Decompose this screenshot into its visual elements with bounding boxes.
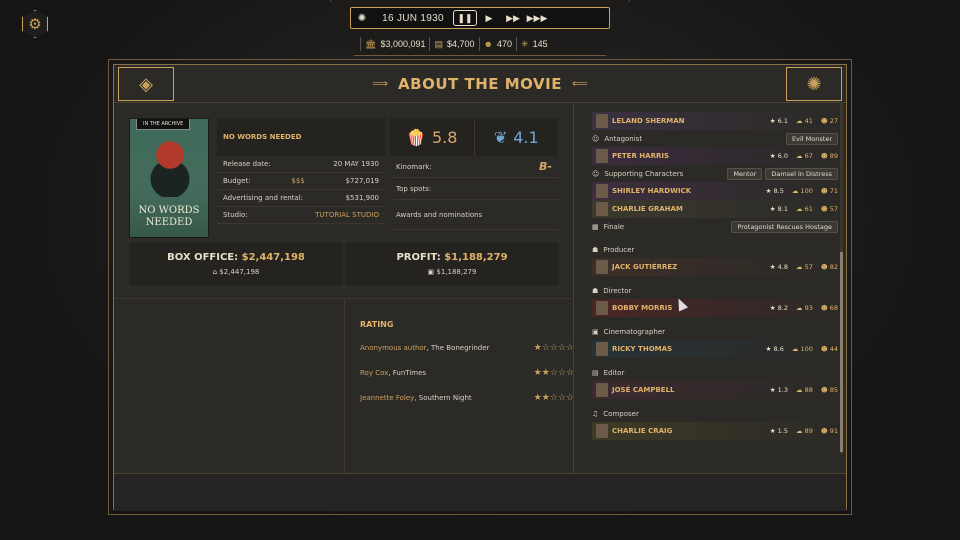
panel-header: ⟹ ABOUT THE MOVIE ⟸ — [114, 65, 846, 103]
pause-button[interactable]: ❚❚ — [453, 10, 477, 26]
role-tag[interactable]: Damsel in Distress — [765, 167, 838, 180]
cash-icon: ▤ — [434, 38, 443, 49]
page-title: ABOUT THE MOVIE — [398, 74, 562, 93]
kinomark-row: Kinomark: B- — [390, 156, 558, 178]
music-note-icon: ♫ — [592, 409, 599, 418]
laurel-icon: ❦ — [493, 127, 508, 147]
fans-stat: ☻ 470 — [478, 37, 517, 51]
bank-stat: 🏛 $3,000,091 — [360, 37, 429, 51]
financials: BOX OFFICE: $2,447,198 ⌂ $2,447,198 PROF… — [129, 243, 559, 285]
review-row: Anonymous author, The Bonegrinder ★☆☆☆☆ — [360, 342, 574, 353]
sun-icon: ✺ — [357, 12, 367, 24]
topspots-row: Top spots: — [390, 178, 558, 200]
box-office-value: $2,447,198 — [241, 252, 305, 263]
scrollbar-thumb[interactable] — [840, 252, 843, 452]
movie-info: NO WORDS NEEDED Release date: 20 MAY 1930… — [217, 118, 385, 224]
poster-art — [148, 137, 192, 197]
critic-score[interactable]: ❦ 4.1 — [473, 118, 558, 156]
spark-icon: ✳ — [521, 38, 529, 49]
review-row: Roy Cox, FunTimes ★★☆☆☆ — [360, 367, 574, 378]
release-row: Release date: 20 MAY 1930 — [217, 156, 385, 173]
cash-stat: ▤ $4,700 — [429, 37, 478, 51]
review-row: Jeannette Foley, Southern Night ★★☆☆☆ — [360, 392, 574, 403]
star-rating: ★★☆☆☆ — [533, 367, 574, 378]
popcorn-icon: 🍿 — [406, 127, 426, 147]
camera-icon: ▣ — [592, 327, 599, 336]
budget-row: Budget: $$$ $727,019 — [217, 173, 385, 190]
composer-section: ♫ Composer — [592, 409, 639, 418]
mask-icon: ☺ — [592, 134, 600, 143]
fast-forward-button[interactable]: ▶▶ — [501, 13, 525, 24]
star-rating: ★★☆☆☆ — [533, 392, 574, 403]
studio-row: Studio: TUTORIAL STUDIO — [217, 207, 385, 224]
ornament-left-icon: ⟹ — [372, 77, 389, 90]
producer-section: ☗ Producer — [592, 245, 635, 254]
role-tag[interactable]: Evil Monster — [786, 132, 838, 145]
crew-row[interactable]: SHIRLEY HARDWICK ★ 8.5 ☁ 100 ☻ 71 — [592, 182, 838, 200]
archive-tag: IN THE ARCHIVE — [136, 119, 191, 130]
bank-icon: 🏛 — [365, 38, 377, 49]
director-icon: ☗ — [592, 286, 599, 295]
supporting-section: ☺ Supporting Characters Mentor Damsel in Di… — [580, 165, 842, 182]
movie-name: NO WORDS NEEDED — [217, 118, 385, 156]
rating-section: RATING Anonymous author, The Bonegrinder… — [344, 298, 574, 473]
crowd-icon: ☻ — [483, 39, 494, 49]
avatar — [596, 260, 608, 274]
star-rating: ★☆☆☆☆ — [533, 342, 574, 353]
role-tag[interactable]: Mentor — [727, 167, 763, 180]
score-boxes: 🍿 5.8 ❦ 4.1 — [390, 118, 558, 156]
crew-row[interactable]: BOBBY MORRIS ★ 8.2 ☁ 93 ☻ 68 — [592, 299, 838, 317]
cinematographer-section: ▣ Cinematographer — [592, 327, 666, 336]
role-tag[interactable]: Protagonist Rescues Hostage — [731, 220, 838, 233]
avatar — [596, 114, 608, 128]
stars-stat: ✳ 145 — [516, 37, 552, 51]
fastest-forward-button[interactable]: ▶▶▶ — [525, 13, 549, 24]
studio-name: TUTORIAL STUDIO — [315, 211, 379, 219]
box-office-card: BOX OFFICE: $2,447,198 ⌂ $2,447,198 — [129, 243, 343, 285]
avatar — [596, 301, 608, 315]
awards-row: Awards and nominations — [390, 200, 558, 230]
crew-list: LELAND SHERMAN ★ 6.1 ☁ 41 ☻ 27 ☺ Antagonist E… — [580, 103, 842, 473]
movie-details: IN THE ARCHIVE NO WORDS NEEDED NO WORDS … — [114, 103, 574, 473]
avatar — [596, 184, 608, 198]
crew-row[interactable]: JACK GUTIÉRREZ ★ 4.8 ☁ 57 ☻ 82 — [592, 258, 838, 276]
crew-scrollbar[interactable] — [840, 102, 843, 454]
profit-card: PROFIT: $1,188,279 ▣ $1,188,279 — [345, 243, 559, 285]
panel-footer — [114, 473, 846, 511]
editor-section: ▤ Editor — [592, 368, 625, 377]
crew-row[interactable]: CHARLIE GRAHAM ★ 8.1 ☁ 61 ☻ 57 — [592, 200, 838, 218]
play-button[interactable]: ▶ — [477, 13, 501, 24]
about-movie-panel: ◈ ✺ ⟹ ABOUT THE MOVIE ⟸ IN THE ARCHIVE N… — [108, 59, 852, 515]
poster-title: NO WORDS NEEDED — [138, 205, 200, 228]
profit-value: $1,188,279 — [444, 252, 508, 263]
masks-icon: ☺ — [592, 169, 600, 178]
movie-poster[interactable]: IN THE ARCHIVE NO WORDS NEEDED — [129, 118, 209, 238]
budget-level: $$$ — [291, 177, 305, 185]
crew-row[interactable]: RICKY THOMAS ★ 8.6 ☁ 100 ☻ 44 — [592, 340, 838, 358]
rating-title: RATING — [360, 320, 394, 329]
crew-row[interactable]: JOSÉ CAMPBELL ★ 1.3 ☁ 88 ☻ 85 — [592, 381, 838, 399]
editor-icon: ▤ — [592, 368, 599, 377]
popcorn-score[interactable]: 🍿 5.8 — [390, 118, 474, 156]
avatar — [596, 342, 608, 356]
avatar — [596, 424, 608, 438]
director-section: ☗ Director — [592, 286, 632, 295]
current-date: 16 JUN 1930 — [382, 12, 444, 24]
crew-row[interactable]: CHARLIE CRAIG ★ 1.5 ☁ 89 ☻ 91 — [592, 422, 838, 440]
film-icon: ▦ — [592, 222, 599, 231]
ornament-right-icon: ⟸ — [571, 77, 588, 90]
finale-section: ▦ Finale Protagonist Rescues Hostage — [580, 218, 842, 235]
hat-icon: ☗ — [592, 245, 599, 254]
ads-row: Advertising and rental: $531,900 — [217, 190, 385, 207]
crew-row[interactable]: PETER HARRIS ★ 6.0 ☁ 67 ☻ 89 — [592, 147, 838, 165]
avatar — [596, 149, 608, 163]
avatar — [596, 383, 608, 397]
avatar — [596, 202, 608, 216]
date-control: ✺ 16 JUN 1930 ❚❚ ▶ ▶▶ ▶▶▶ — [350, 7, 610, 29]
movie-scores: 🍿 5.8 ❦ 4.1 Kinomark: B- Top spots: Awards … — [390, 118, 558, 230]
antagonist-section: ☺ Antagonist Evil Monster — [580, 130, 842, 147]
crew-row[interactable]: LELAND SHERMAN ★ 6.1 ☁ 41 ☻ 27 — [592, 112, 838, 130]
resource-stats: 🏛 $3,000,091 ▤ $4,700 ☻ 470 ✳ 145 — [360, 36, 600, 52]
